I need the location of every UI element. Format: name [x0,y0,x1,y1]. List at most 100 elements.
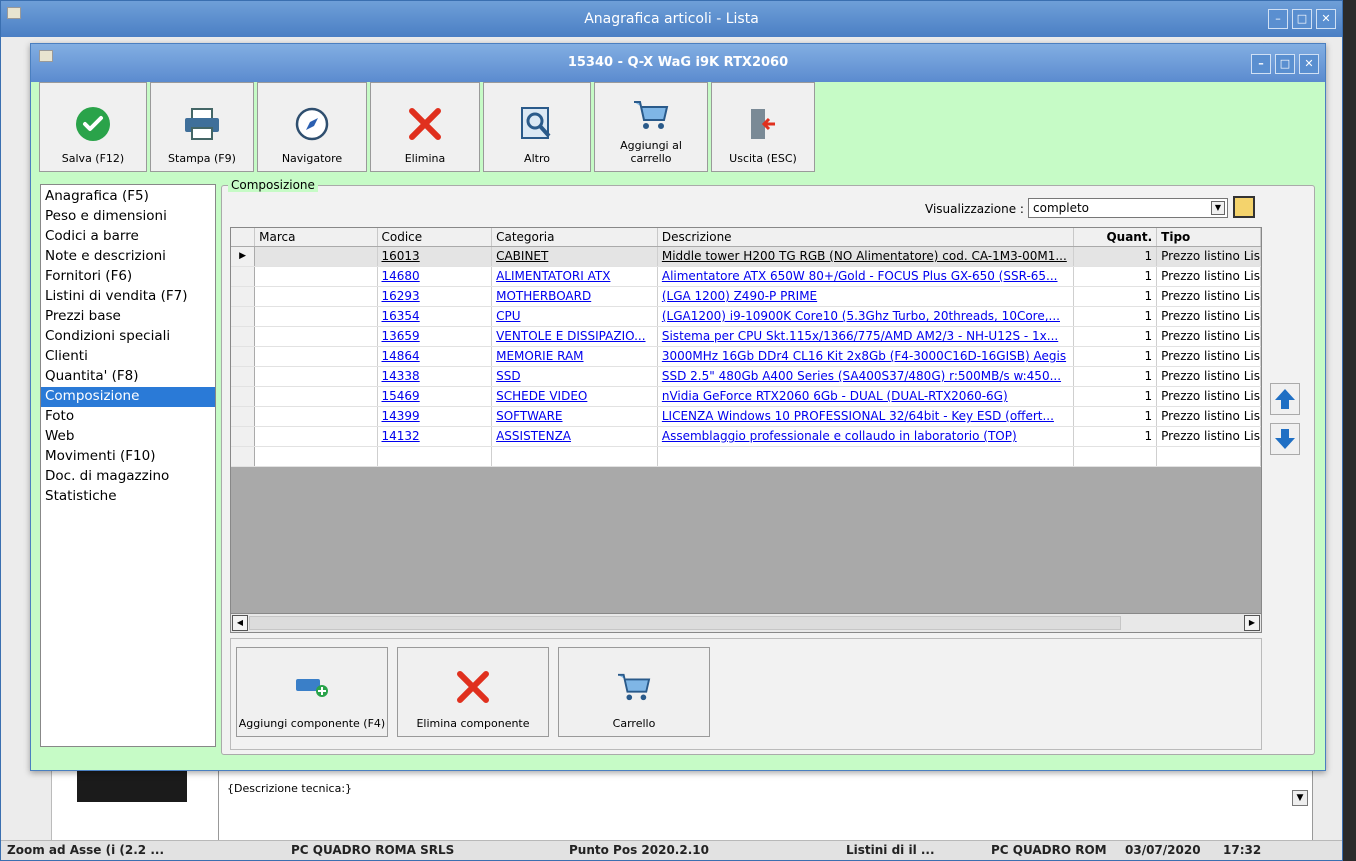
sidebar-item-clienti[interactable]: Clienti [41,347,215,367]
cell-descrizione[interactable]: SSD 2.5" 480Gb A400 Series (SA400S37/480… [657,366,1074,387]
cell-marca[interactable] [254,366,378,387]
cell-quant[interactable]: 1 [1073,426,1158,447]
new-row[interactable] [231,446,1261,467]
codice-link[interactable]: 16354 [382,309,420,323]
cell-categoria[interactable]: SOFTWARE [491,406,658,427]
cell-quant[interactable]: 1 [1073,286,1158,307]
descrizione-link[interactable]: Middle tower H200 TG RGB (NO Alimentator… [662,249,1067,263]
cell-descrizione[interactable]: LICENZA Windows 10 PROFESSIONAL 32/64bit… [657,406,1074,427]
cell-codice[interactable]: 16013 [377,246,493,267]
cell-tipo[interactable]: Prezzo listino Lis [1156,266,1261,287]
navigator-button[interactable]: Navigatore [257,82,367,172]
cell-marca[interactable] [254,266,378,287]
sidebar-item-fornitori[interactable]: Fornitori (F6) [41,267,215,287]
cell-quant[interactable]: 1 [1073,346,1158,367]
table-row[interactable]: 15469 SCHEDE VIDEO nVidia GeForce RTX206… [231,386,1261,407]
codice-link[interactable]: 16293 [382,289,420,303]
tech-description-field[interactable]: {Descrizione tecnica:} ▼ [218,769,1313,849]
cell-marca[interactable] [254,246,378,267]
categoria-link[interactable]: CPU [496,309,520,323]
horizontal-scrollbar[interactable]: ◀ ▶ [230,613,1262,633]
cell-quant[interactable]: 1 [1073,306,1158,327]
outer-minimize-button[interactable]: – [1268,9,1288,29]
save-button[interactable]: Salva (F12) [39,82,147,172]
cell-tipo[interactable]: Prezzo listino Lis [1156,306,1261,327]
cell-marca[interactable] [254,426,378,447]
descrizione-link[interactable]: (LGA1200) i9-10900K Core10 (5.3Ghz Turbo… [662,309,1060,323]
outer-maximize-button[interactable]: □ [1292,9,1312,29]
cell-empty[interactable] [1073,446,1158,467]
cell-categoria[interactable]: MEMORIE RAM [491,346,658,367]
codice-link[interactable]: 13659 [382,329,420,343]
codice-link[interactable]: 14338 [382,369,420,383]
cell-tipo[interactable]: Prezzo listino Lis [1156,246,1261,267]
chevron-down-icon[interactable]: ▼ [1211,201,1225,215]
codice-link[interactable]: 14132 [382,429,420,443]
table-row[interactable]: 14132 ASSISTENZA Assemblaggio profession… [231,426,1261,447]
cell-tipo[interactable]: Prezzo listino Lis [1156,286,1261,307]
categoria-link[interactable]: SSD [496,369,520,383]
cell-codice[interactable]: 14132 [377,426,493,447]
exit-button[interactable]: Uscita (ESC) [711,82,815,172]
sidebar-item-foto[interactable]: Foto [41,407,215,427]
cell-codice[interactable]: 15469 [377,386,493,407]
descrizione-link[interactable]: 3000MHz 16Gb DDr4 CL16 Kit 2x8Gb (F4-300… [662,349,1066,363]
cell-codice[interactable]: 16354 [377,306,493,327]
cell-categoria[interactable]: SCHEDE VIDEO [491,386,658,407]
cell-empty[interactable] [377,446,493,467]
add-component-button[interactable]: Aggiungi componente (F4) [236,647,388,737]
descrizione-link[interactable]: Assemblaggio professionale e collaudo in… [662,429,1017,443]
cell-quant[interactable]: 1 [1073,326,1158,347]
move-down-button[interactable] [1270,423,1300,455]
cell-descrizione[interactable]: Sistema per CPU Skt.115x/1366/775/AMD AM… [657,326,1074,347]
codice-link[interactable]: 14680 [382,269,420,283]
cell-quant[interactable]: 1 [1073,406,1158,427]
cell-empty[interactable] [491,446,658,467]
cell-marca[interactable] [254,326,378,347]
cell-categoria[interactable]: CPU [491,306,658,327]
categoria-link[interactable]: VENTOLE E DISSIPAZIO... [496,329,645,343]
remove-component-button[interactable]: Elimina componente [397,647,549,737]
cell-quant[interactable]: 1 [1073,386,1158,407]
categoria-link[interactable]: CABINET [496,249,548,263]
cell-marca[interactable] [254,286,378,307]
column-header-quant[interactable]: Quant. [1073,228,1158,247]
sidebar-item-note[interactable]: Note e descrizioni [41,247,215,267]
cell-categoria[interactable]: ALIMENTATORI ATX [491,266,658,287]
cell-descrizione[interactable]: (LGA 1200) Z490-P PRIME [657,286,1074,307]
tech-description-dropdown-icon[interactable]: ▼ [1292,790,1308,806]
close-button[interactable]: ✕ [1299,54,1319,74]
cell-quant[interactable]: 1 [1073,246,1158,267]
categoria-link[interactable]: ALIMENTATORI ATX [496,269,610,283]
cell-categoria[interactable]: CABINET [491,246,658,267]
categoria-link[interactable]: ASSISTENZA [496,429,571,443]
sidebar-item-anagrafica[interactable]: Anagrafica (F5) [41,187,215,207]
table-row[interactable]: 13659 VENTOLE E DISSIPAZIO... Sistema pe… [231,326,1261,347]
sidebar-item-condizioni[interactable]: Condizioni speciali [41,327,215,347]
codice-link[interactable]: 14864 [382,349,420,363]
table-row[interactable]: 14338 SSD SSD 2.5" 480Gb A400 Series (SA… [231,366,1261,387]
cell-quant[interactable]: 1 [1073,266,1158,287]
cell-empty[interactable] [657,446,1074,467]
cell-codice[interactable]: 16293 [377,286,493,307]
table-row[interactable]: 14399 SOFTWARE LICENZA Windows 10 PROFES… [231,406,1261,427]
cell-categoria[interactable]: ASSISTENZA [491,426,658,447]
cell-empty[interactable] [1156,446,1261,467]
sidebar-item-prezzi[interactable]: Prezzi base [41,307,215,327]
add-to-cart-button[interactable]: Aggiungi al carrello [594,82,708,172]
delete-button[interactable]: Elimina [370,82,480,172]
table-row[interactable]: 16293 MOTHERBOARD (LGA 1200) Z490-P PRIM… [231,286,1261,307]
sidebar-item-codici[interactable]: Codici a barre [41,227,215,247]
article-title-bar[interactable]: 15340 - Q-X WaG i9K RTX2060 – □ ✕ [31,44,1325,82]
cell-marca[interactable] [254,406,378,427]
column-header-categoria[interactable]: Categoria [491,228,658,247]
sidebar-item-doc[interactable]: Doc. di magazzino [41,467,215,487]
descrizione-link[interactable]: Alimentatore ATX 650W 80+/Gold - FOCUS P… [662,269,1058,283]
column-header-codice[interactable]: Codice [377,228,493,247]
cell-marca[interactable] [254,306,378,327]
cell-tipo[interactable]: Prezzo listino Lis [1156,366,1261,387]
sidebar-item-web[interactable]: Web [41,427,215,447]
cell-categoria[interactable]: VENTOLE E DISSIPAZIO... [491,326,658,347]
descrizione-link[interactable]: SSD 2.5" 480Gb A400 Series (SA400S37/480… [662,369,1061,383]
sidebar-item-statistiche[interactable]: Statistiche [41,487,215,507]
